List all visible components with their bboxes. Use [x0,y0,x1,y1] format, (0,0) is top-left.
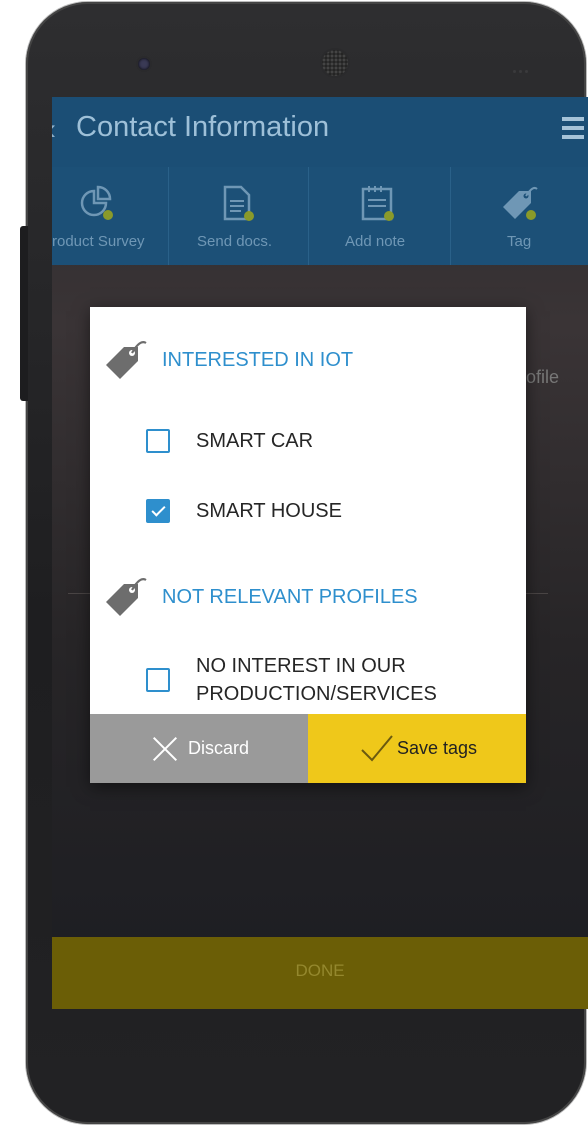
dialog-buttons: Discard Save tags [90,714,526,783]
tag-option-label-line1: NO INTEREST IN OUR [196,655,406,677]
check-icon [361,735,393,762]
done-label: DONE [295,961,345,980]
tag-group-header: INTERESTED IN IOT [90,335,526,385]
action-tag[interactable]: Tag [451,167,588,265]
tag-option-label-line2: PRODUCTION/SERVICES [196,683,437,705]
action-product-survey[interactable]: Product Survey [52,167,169,265]
tag-icon [106,578,147,616]
action-label: Send docs. [197,233,273,250]
tag-group-header: NOT RELEVANT PROFILES [90,572,526,622]
hamburger-icon[interactable] [562,117,584,144]
page-title: Contact Information [76,111,330,143]
save-tags-button[interactable]: Save tags [308,714,526,783]
done-button[interactable]: DONE [52,937,588,1009]
tag-option-label: SMART CAR [196,430,314,452]
tag-dialog: INTERESTED IN IOT SMART CAR SMART HOUSE … [90,307,526,783]
action-label: Tag [507,233,532,250]
front-camera [138,58,150,70]
tag-group-title: INTERESTED IN IOT [162,349,354,371]
tag-list[interactable]: INTERESTED IN IOT SMART CAR SMART HOUSE … [90,307,526,714]
back-arrow-icon[interactable]: ‹ [52,113,56,147]
tag-option-label: SMART HOUSE [196,500,342,522]
checkbox[interactable] [146,668,170,692]
action-bar: Product Survey Send docs. Add note Tag [52,167,588,265]
side-button [20,226,28,401]
action-label: Add note [345,233,406,250]
tag-option-smart-house[interactable]: SMART HOUSE [90,497,526,527]
proximity-sensor [513,60,531,73]
action-label: Product Survey [52,233,145,250]
save-label: Save tags [397,738,478,758]
tag-option-smart-car[interactable]: SMART CAR [90,427,526,457]
discard-label: Discard [188,738,250,758]
note-icon [361,186,394,221]
survey-chart-icon [80,185,113,220]
checkbox-checked[interactable] [146,499,170,523]
earpiece-speaker [322,50,348,76]
action-send-docs[interactable]: Send docs. [169,167,309,265]
app-toolbar: ‹ Contact Information [52,97,588,167]
close-icon [152,736,178,762]
discard-button[interactable]: Discard [90,714,308,783]
action-add-note[interactable]: Add note [309,167,451,265]
tag-group-title: NOT RELEVANT PROFILES [162,586,418,608]
checkbox[interactable] [146,429,170,453]
tag-icon [106,341,147,379]
tag-option-no-interest[interactable]: NO INTEREST IN OUR PRODUCTION/SERVICES [90,653,526,709]
document-icon [223,185,254,221]
tag-icon [503,186,538,220]
